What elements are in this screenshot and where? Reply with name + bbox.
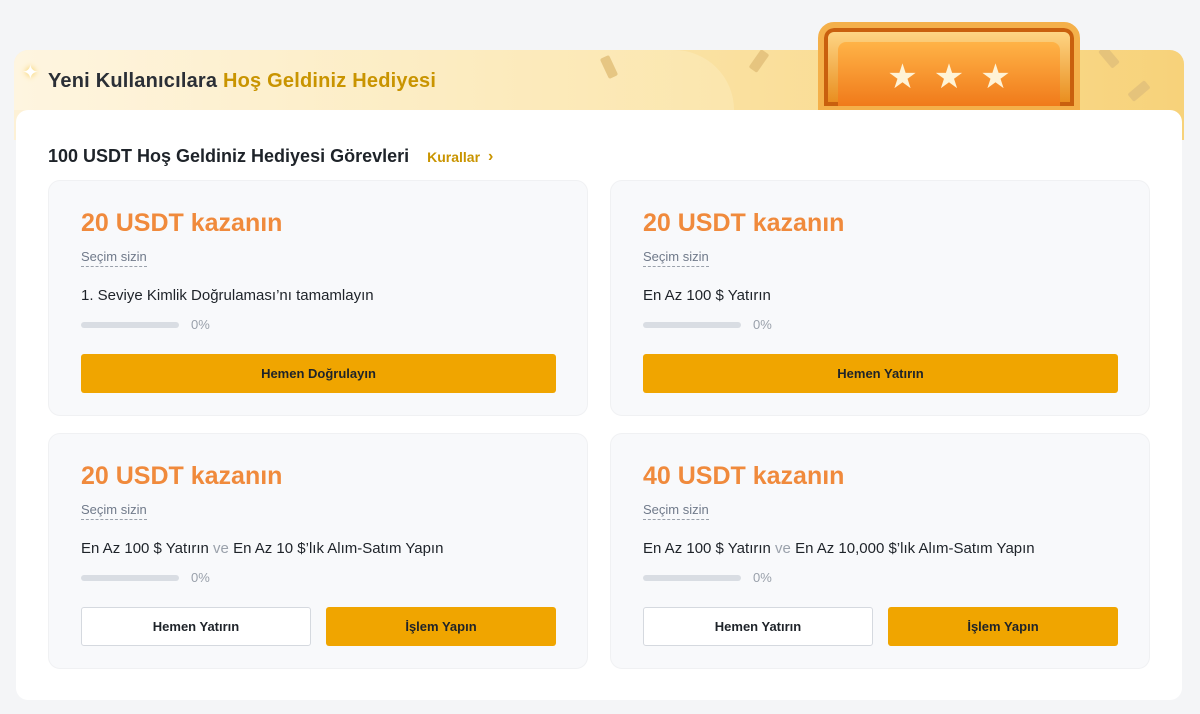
- chevron-right-icon: ›: [488, 147, 494, 165]
- trophy-stars: ★ ★ ★: [838, 42, 1060, 106]
- star-icon: ★: [980, 58, 1011, 96]
- task-card: 20 USDT kazanın Seçim sizin En Az 100 $ …: [610, 180, 1150, 416]
- tasks-panel: 100 USDT Hoş Geldiniz Hediyesi Görevleri…: [16, 110, 1182, 700]
- deposit-now-button[interactable]: Hemen Yatırın: [643, 607, 873, 646]
- task-card: 40 USDT kazanın Seçim sizin En Az 100 $ …: [610, 433, 1150, 669]
- task-requirement: 1. Seviye Kimlik Doğrulaması’nı tamamlay…: [81, 287, 374, 304]
- task-requirement: En Az 100 $ Yatırın: [81, 540, 209, 557]
- task-description: En Az 100 $ Yatırın: [643, 287, 771, 304]
- progress-percent: 0%: [191, 317, 210, 332]
- task-card: 20 USDT kazanın Seçim sizin 1. Seviye Ki…: [48, 180, 588, 416]
- progress-percent: 0%: [191, 570, 210, 585]
- page-title-part2: Hoş Geldiniz Hediyesi: [222, 70, 437, 92]
- star-icon: ★: [887, 58, 918, 96]
- rules-link[interactable]: Kurallar ›: [427, 148, 493, 166]
- deposit-now-button[interactable]: Hemen Yatırın: [643, 354, 1118, 393]
- task-card: 20 USDT kazanın Seçim sizin En Az 100 $ …: [48, 433, 588, 669]
- progress-bar: [81, 574, 179, 581]
- rules-label: Kurallar: [427, 148, 481, 165]
- sparkle-icon: ✦: [22, 62, 39, 84]
- progress-bar: [81, 321, 179, 328]
- verify-now-button[interactable]: Hemen Doğrulayın: [81, 354, 556, 393]
- progress-bar: [643, 574, 741, 581]
- task-requirement: En Az 100 $ Yatırın: [643, 540, 771, 557]
- task-reward-title: 20 USDT kazanın: [643, 209, 845, 237]
- choice-label[interactable]: Seçim sizin: [643, 249, 709, 267]
- section-title: 100 USDT Hoş Geldiniz Hediyesi Görevleri: [48, 146, 410, 166]
- task-description: En Az 100 $ Yatırın ve En Az 10,000 $’lı…: [643, 540, 1035, 557]
- task-requirement: En Az 10,000 $’lık Alım-Satım Yapın: [795, 540, 1035, 557]
- task-description: En Az 100 $ Yatırın ve En Az 10 $’lık Al…: [81, 540, 443, 557]
- task-progress: 0%: [81, 317, 210, 332]
- trade-button[interactable]: İşlem Yapın: [326, 607, 556, 646]
- task-requirement: En Az 100 $ Yatırın: [643, 287, 771, 304]
- section-header: 100 USDT Hoş Geldiniz Hediyesi Görevleri…: [48, 146, 493, 167]
- deposit-now-button[interactable]: Hemen Yatırın: [81, 607, 311, 646]
- connector-text: ve: [208, 540, 234, 557]
- connector-text: ve: [770, 540, 796, 557]
- choice-label[interactable]: Seçim sizin: [81, 249, 147, 267]
- task-description: 1. Seviye Kimlik Doğrulaması’nı tamamlay…: [81, 287, 374, 304]
- task-reward-title: 20 USDT kazanın: [81, 462, 283, 490]
- progress-percent: 0%: [753, 317, 772, 332]
- confetti-decoration: [748, 50, 770, 73]
- page-title-part1: Yeni Kullanıcılara: [48, 70, 223, 92]
- task-reward-title: 20 USDT kazanın: [81, 209, 283, 237]
- star-icon: ★: [933, 58, 965, 96]
- confetti-decoration: [1098, 50, 1120, 69]
- task-requirement: En Az 10 $’lık Alım-Satım Yapın: [233, 540, 444, 557]
- choice-label[interactable]: Seçim sizin: [81, 502, 147, 520]
- task-progress: 0%: [643, 317, 772, 332]
- confetti-decoration: [1127, 80, 1151, 102]
- task-progress: 0%: [643, 570, 772, 585]
- progress-bar: [643, 321, 741, 328]
- trade-button[interactable]: İşlem Yapın: [888, 607, 1118, 646]
- choice-label[interactable]: Seçim sizin: [643, 502, 709, 520]
- page-title: Yeni Kullanıcılara Hoş Geldiniz Hediyesi: [48, 70, 436, 93]
- task-progress: 0%: [81, 570, 210, 585]
- progress-percent: 0%: [753, 570, 772, 585]
- trophy-decoration: ★ ★ ★: [818, 22, 1080, 112]
- task-reward-title: 40 USDT kazanın: [643, 462, 845, 490]
